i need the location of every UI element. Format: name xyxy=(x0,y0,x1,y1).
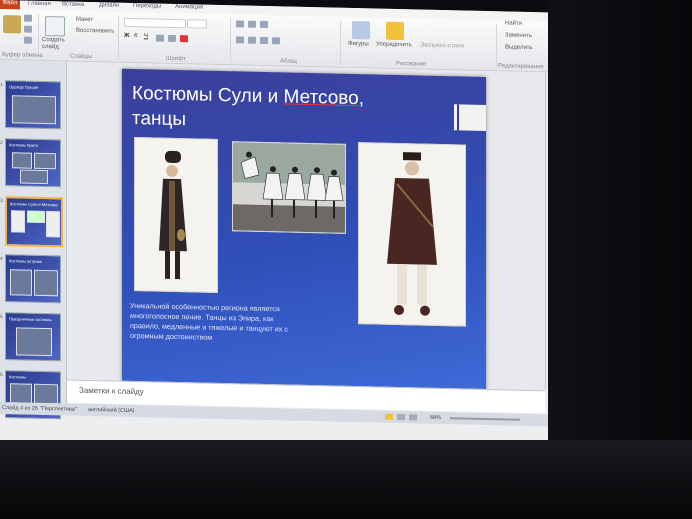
thumbnail-number: 5 xyxy=(0,314,3,321)
arrange-button[interactable]: Упорядочить xyxy=(376,42,412,49)
tab-home[interactable]: Главная xyxy=(28,1,51,8)
men-costume-figure xyxy=(387,152,437,316)
thumbnail-number: 4 xyxy=(0,256,3,263)
thumbnail-number: 3 xyxy=(0,198,3,205)
tab-insert[interactable]: Вставка xyxy=(62,1,84,8)
align-right-icon[interactable] xyxy=(260,36,268,45)
numbering-icon[interactable] xyxy=(248,20,256,28)
thumbnail-title: Праздничные костюмы xyxy=(9,316,52,323)
thumbnail-image xyxy=(12,152,32,169)
slide-title[interactable]: Костюмы Сули и Метсово, танцы xyxy=(132,81,432,138)
group-label-clipboard: Буфер обмена xyxy=(2,52,43,59)
bullets-icon[interactable] xyxy=(236,20,244,28)
format-painter-icon[interactable] xyxy=(24,36,32,44)
slide-thumbnail[interactable]: Костюмы острова xyxy=(5,254,61,304)
slide-thumbnail[interactable]: Одежда Греции xyxy=(5,80,61,130)
slide-counter: Слайд 4 из 26 xyxy=(2,405,38,412)
thumbnail-image xyxy=(11,210,25,233)
select-button[interactable]: Выделить xyxy=(505,44,533,51)
monitor-bezel-bottom xyxy=(0,440,692,519)
thumbnail-title: Костюмы острова xyxy=(9,258,42,264)
thumbnail-number: 1 xyxy=(0,82,3,89)
language-indicator[interactable]: английский (США) xyxy=(88,407,135,414)
thumbnail-title: Одежда Греции xyxy=(9,84,39,90)
group-label-editing: Редактирование xyxy=(498,63,544,71)
zoom-level: 68% xyxy=(430,414,442,422)
notes-placeholder: Заметки к слайду xyxy=(79,385,144,397)
font-size-field[interactable] xyxy=(187,19,207,29)
new-slide-button[interactable]: Создать слайд xyxy=(42,37,70,52)
find-button[interactable]: Найти xyxy=(505,20,522,26)
slide-body-text[interactable]: Уникальной особенностью региона является… xyxy=(130,301,290,345)
reset-button[interactable]: Восстановить xyxy=(76,28,114,35)
thumbnail-image xyxy=(20,169,48,185)
current-slide[interactable]: Костюмы Сули и Метсово, танцы Уникальной… xyxy=(122,68,486,394)
thumbnail-image xyxy=(34,152,56,170)
font-name-field[interactable] xyxy=(124,17,186,29)
slide-thumbnail[interactable]: Праздничные костюмы xyxy=(5,312,61,362)
photo-men-costume[interactable] xyxy=(358,142,466,327)
slide-thumbnail[interactable]: Костюмы Крита xyxy=(5,138,61,188)
paste-icon[interactable] xyxy=(3,15,21,34)
thumbnail-image xyxy=(10,383,32,404)
tab-animations[interactable]: Анимация xyxy=(175,4,203,11)
slide-editing-area: Костюмы Сули и Метсово, танцы Уникальной… xyxy=(67,61,545,394)
thumbnail-image xyxy=(10,269,32,296)
reading-view-icon[interactable] xyxy=(409,414,417,421)
tab-transitions[interactable]: Переходы xyxy=(133,3,161,10)
thumbnail-image xyxy=(34,269,58,297)
tab-file[interactable]: Файл xyxy=(0,0,20,10)
dancers-figures xyxy=(233,142,345,233)
copy-icon[interactable] xyxy=(24,25,32,33)
thumbnail-number: 2 xyxy=(0,140,3,147)
shapes-button[interactable]: Фигуры xyxy=(348,41,369,47)
justify-icon[interactable] xyxy=(272,37,280,45)
zoom-slider[interactable] xyxy=(450,417,520,421)
women-costume-figure xyxy=(159,150,187,280)
theme-name: "Перспектива" xyxy=(40,405,77,413)
slides-thumbnail-pane: 1 Одежда Греции 2 Костюмы Крита 3 Костюм… xyxy=(0,60,67,420)
slide-thumbnail-selected[interactable]: Костюмы Сули и Метсово xyxy=(5,196,63,248)
thumbnail-image xyxy=(27,210,45,224)
bold-icon[interactable]: Ж xyxy=(124,33,129,39)
shadow-icon[interactable] xyxy=(156,34,164,42)
thumbnail-image xyxy=(34,383,58,405)
group-label-slides: Слайды xyxy=(70,53,93,61)
slide-title-line2: танцы xyxy=(132,107,187,131)
group-label-drawing: Рисование xyxy=(396,60,427,68)
slide-sorter-icon[interactable] xyxy=(397,414,405,421)
quick-styles-button[interactable]: Экспресс-стили xyxy=(420,43,464,50)
align-left-icon[interactable] xyxy=(236,36,244,44)
thumbnail-title: Костюмы Сули и Метсово xyxy=(10,201,58,208)
thumbnail-number: 6 xyxy=(0,372,3,379)
shapes-icon[interactable] xyxy=(352,20,370,40)
tab-design[interactable]: Дизайн xyxy=(99,2,119,8)
thumbnail-image xyxy=(12,95,56,125)
thumbnail-image xyxy=(16,327,52,357)
photo-women-costume[interactable] xyxy=(134,137,218,293)
slide-title-underlined-word: Метсово xyxy=(283,86,359,110)
font-color-icon[interactable] xyxy=(180,35,188,43)
powerpoint-window: Файл Главная Вставка Дизайн Переходы Ани… xyxy=(0,0,556,453)
group-label-paragraph: Абзац xyxy=(280,58,297,65)
cut-icon[interactable] xyxy=(24,14,32,22)
arrange-icon[interactable] xyxy=(386,21,404,41)
thumbnail-image xyxy=(46,211,60,238)
replace-button[interactable]: Заменить xyxy=(505,32,532,39)
group-label-font: Шрифт xyxy=(166,55,186,63)
normal-view-icon[interactable] xyxy=(385,413,393,420)
new-slide-icon[interactable] xyxy=(45,16,65,37)
layout-button[interactable]: Макет xyxy=(76,17,93,23)
align-center-icon[interactable] xyxy=(248,36,256,44)
thumbnail-title: Костюмы Крита xyxy=(9,142,38,148)
underline-icon[interactable]: Ч xyxy=(144,33,148,39)
thumbnail-title: Костюмы xyxy=(9,374,26,380)
photo-dancers[interactable] xyxy=(232,141,346,234)
slide-decoration xyxy=(454,104,486,132)
indent-icon[interactable] xyxy=(260,20,268,29)
italic-icon[interactable]: К xyxy=(134,33,138,39)
strikethrough-icon[interactable] xyxy=(168,34,176,42)
